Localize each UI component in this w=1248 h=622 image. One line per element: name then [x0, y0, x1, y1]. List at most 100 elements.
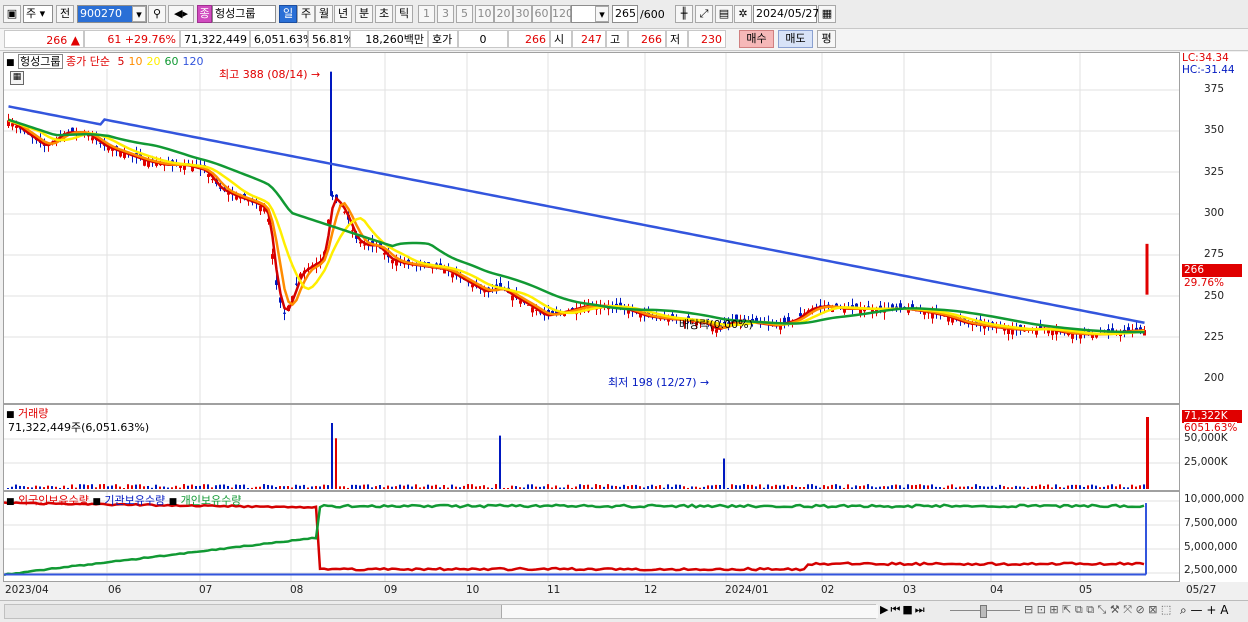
speaker-icon[interactable]: ◀▸ [168, 5, 194, 23]
volume-bar [739, 485, 741, 489]
volume-bar [763, 487, 765, 489]
volume-bar [935, 486, 937, 489]
interval-dropdown-icon[interactable]: ▾ [595, 6, 609, 22]
scrollbar-thumb[interactable] [501, 605, 878, 618]
volume-bar [727, 487, 729, 489]
volume-bar [795, 486, 797, 489]
interval-tab[interactable]: 120 [551, 5, 573, 23]
period-tab[interactable]: 분 [355, 5, 373, 23]
interval-tab[interactable]: 30 [513, 5, 532, 23]
price-tick: 300 [1204, 206, 1225, 219]
candle-body [283, 312, 286, 314]
volume-bar [103, 484, 105, 489]
volume-panel[interactable]: ■ 거래량 71,322,449주(6,051.63%) [3, 404, 1180, 491]
x-axis-label: 05 [1079, 584, 1093, 596]
volume-bar [39, 486, 41, 489]
volume-bar [927, 485, 929, 489]
volume-bar [783, 484, 785, 489]
price-change: 61 +29.76% [84, 30, 180, 48]
interval-tab[interactable]: 5 [456, 5, 473, 23]
interval-tab[interactable]: 1 [418, 5, 435, 23]
volume-bar [167, 487, 169, 489]
x-axis-label: 09 [384, 584, 398, 596]
buy-button[interactable]: 매수 [739, 30, 774, 48]
legend-stock-name: 헝성그룹 [18, 54, 63, 69]
period-tab[interactable]: 틱 [395, 5, 413, 23]
volume-bar [835, 484, 837, 489]
calendar-icon[interactable]: ▦ [818, 5, 836, 23]
volume-bar [243, 484, 245, 489]
lc-value: LC:34.34 [1182, 52, 1229, 64]
volume-bar [155, 484, 157, 489]
volume-bar [327, 485, 329, 489]
volume-bar [1095, 485, 1097, 489]
volume-bar [651, 484, 653, 489]
volume-bar [1031, 485, 1033, 489]
volume-bar [71, 484, 73, 489]
search-icon[interactable]: ⚲ [148, 5, 166, 23]
view-count-input[interactable]: 265 [612, 5, 638, 23]
zoom-icons[interactable]: ⌕ — + A [1180, 603, 1228, 618]
volume-bar [707, 485, 709, 489]
volume-bar [63, 485, 65, 489]
volume-bar [1075, 484, 1077, 489]
volume-bar [1047, 484, 1049, 489]
horizontal-scrollbar[interactable] [4, 604, 878, 619]
volume-ratio: 6,051.63% [250, 30, 313, 48]
date-input[interactable]: 2024/05/27 [753, 5, 819, 23]
volume-bar [475, 486, 477, 489]
zoom-slider-handle[interactable] [980, 605, 987, 618]
sell-button[interactable]: 매도 [778, 30, 813, 48]
save-icon[interactable]: ▤ [715, 5, 733, 23]
tool-icons[interactable]: ⊟ ⊡ ⊞ ⇱ ⧉ ⧉ ⤡ ⚒ ⤧ ⊘ ⊠ ⬚ [1024, 603, 1171, 617]
volume-bar [19, 485, 21, 489]
quote-bar: 266 ▲ 61 +29.76% 71,322,449 6,051.63% 56… [0, 29, 1248, 51]
gear-icon[interactable]: ✲ [734, 5, 752, 23]
stock-name-field[interactable]: 헝성그룹 [212, 5, 276, 23]
period-tab[interactable]: 일 [279, 5, 297, 23]
candle-icon[interactable]: ╫ [675, 5, 693, 23]
price-tick: 325 [1204, 165, 1225, 178]
playback-controls[interactable]: ▶⏮■⏭ [880, 603, 927, 617]
x-axis-label: 08 [290, 584, 304, 596]
volume-bar [403, 485, 405, 489]
period-tab[interactable]: 월 [315, 5, 333, 23]
period-select[interactable]: 주 ▾ [23, 5, 53, 23]
volume-bar [663, 487, 665, 489]
volume-bar [1099, 487, 1101, 489]
chevron-down-icon[interactable]: ▾ [132, 6, 146, 22]
zoom-slider[interactable] [950, 605, 1020, 618]
interval-tab[interactable]: 60 [532, 5, 551, 23]
price-chart-panel[interactable]: ■ 헝성그룹 종가 단순 5 10 20 60 120 ▦ 최고 388 (08/14)… [3, 52, 1180, 404]
volume-bar [979, 486, 981, 489]
volume-bar [803, 487, 805, 489]
period-tab[interactable]: 초 [375, 5, 393, 23]
layout-icon[interactable]: ▣ [3, 5, 21, 23]
current-pct-tag: 29.76% [1184, 277, 1225, 289]
line-tool-icon[interactable]: ⤢ [695, 5, 713, 23]
trade-amount: 18,260백만 [350, 30, 428, 48]
grid-icon[interactable]: ▦ [10, 71, 24, 85]
volume-bar [719, 484, 721, 489]
volume-bar [179, 487, 181, 489]
interval-tab[interactable]: 10 [475, 5, 494, 23]
volume-bar [87, 485, 89, 489]
volume-bar [147, 485, 149, 489]
holding-panel[interactable]: ■ 외국인보유수량 ■ 기관보유수량 ■ 개인보유수량 [3, 491, 1180, 582]
low-label: 저 [666, 30, 688, 48]
volume-bar [1131, 484, 1133, 489]
holding-tick: 10,000,000 [1184, 493, 1245, 505]
prev-button[interactable]: 전 [56, 5, 74, 23]
volume-bar [683, 486, 685, 489]
avg-button[interactable]: 평 [817, 30, 836, 48]
volume-bar [215, 485, 217, 489]
volume-bar [671, 486, 673, 489]
period-tab[interactable]: 주 [297, 5, 315, 23]
interval-tab[interactable]: 3 [437, 5, 454, 23]
volume-bar [187, 485, 189, 489]
period-tab[interactable]: 년 [334, 5, 352, 23]
volume-bar [1027, 487, 1029, 489]
volume-bar [143, 486, 145, 489]
volume-bar [315, 485, 317, 489]
interval-tab[interactable]: 20 [494, 5, 513, 23]
